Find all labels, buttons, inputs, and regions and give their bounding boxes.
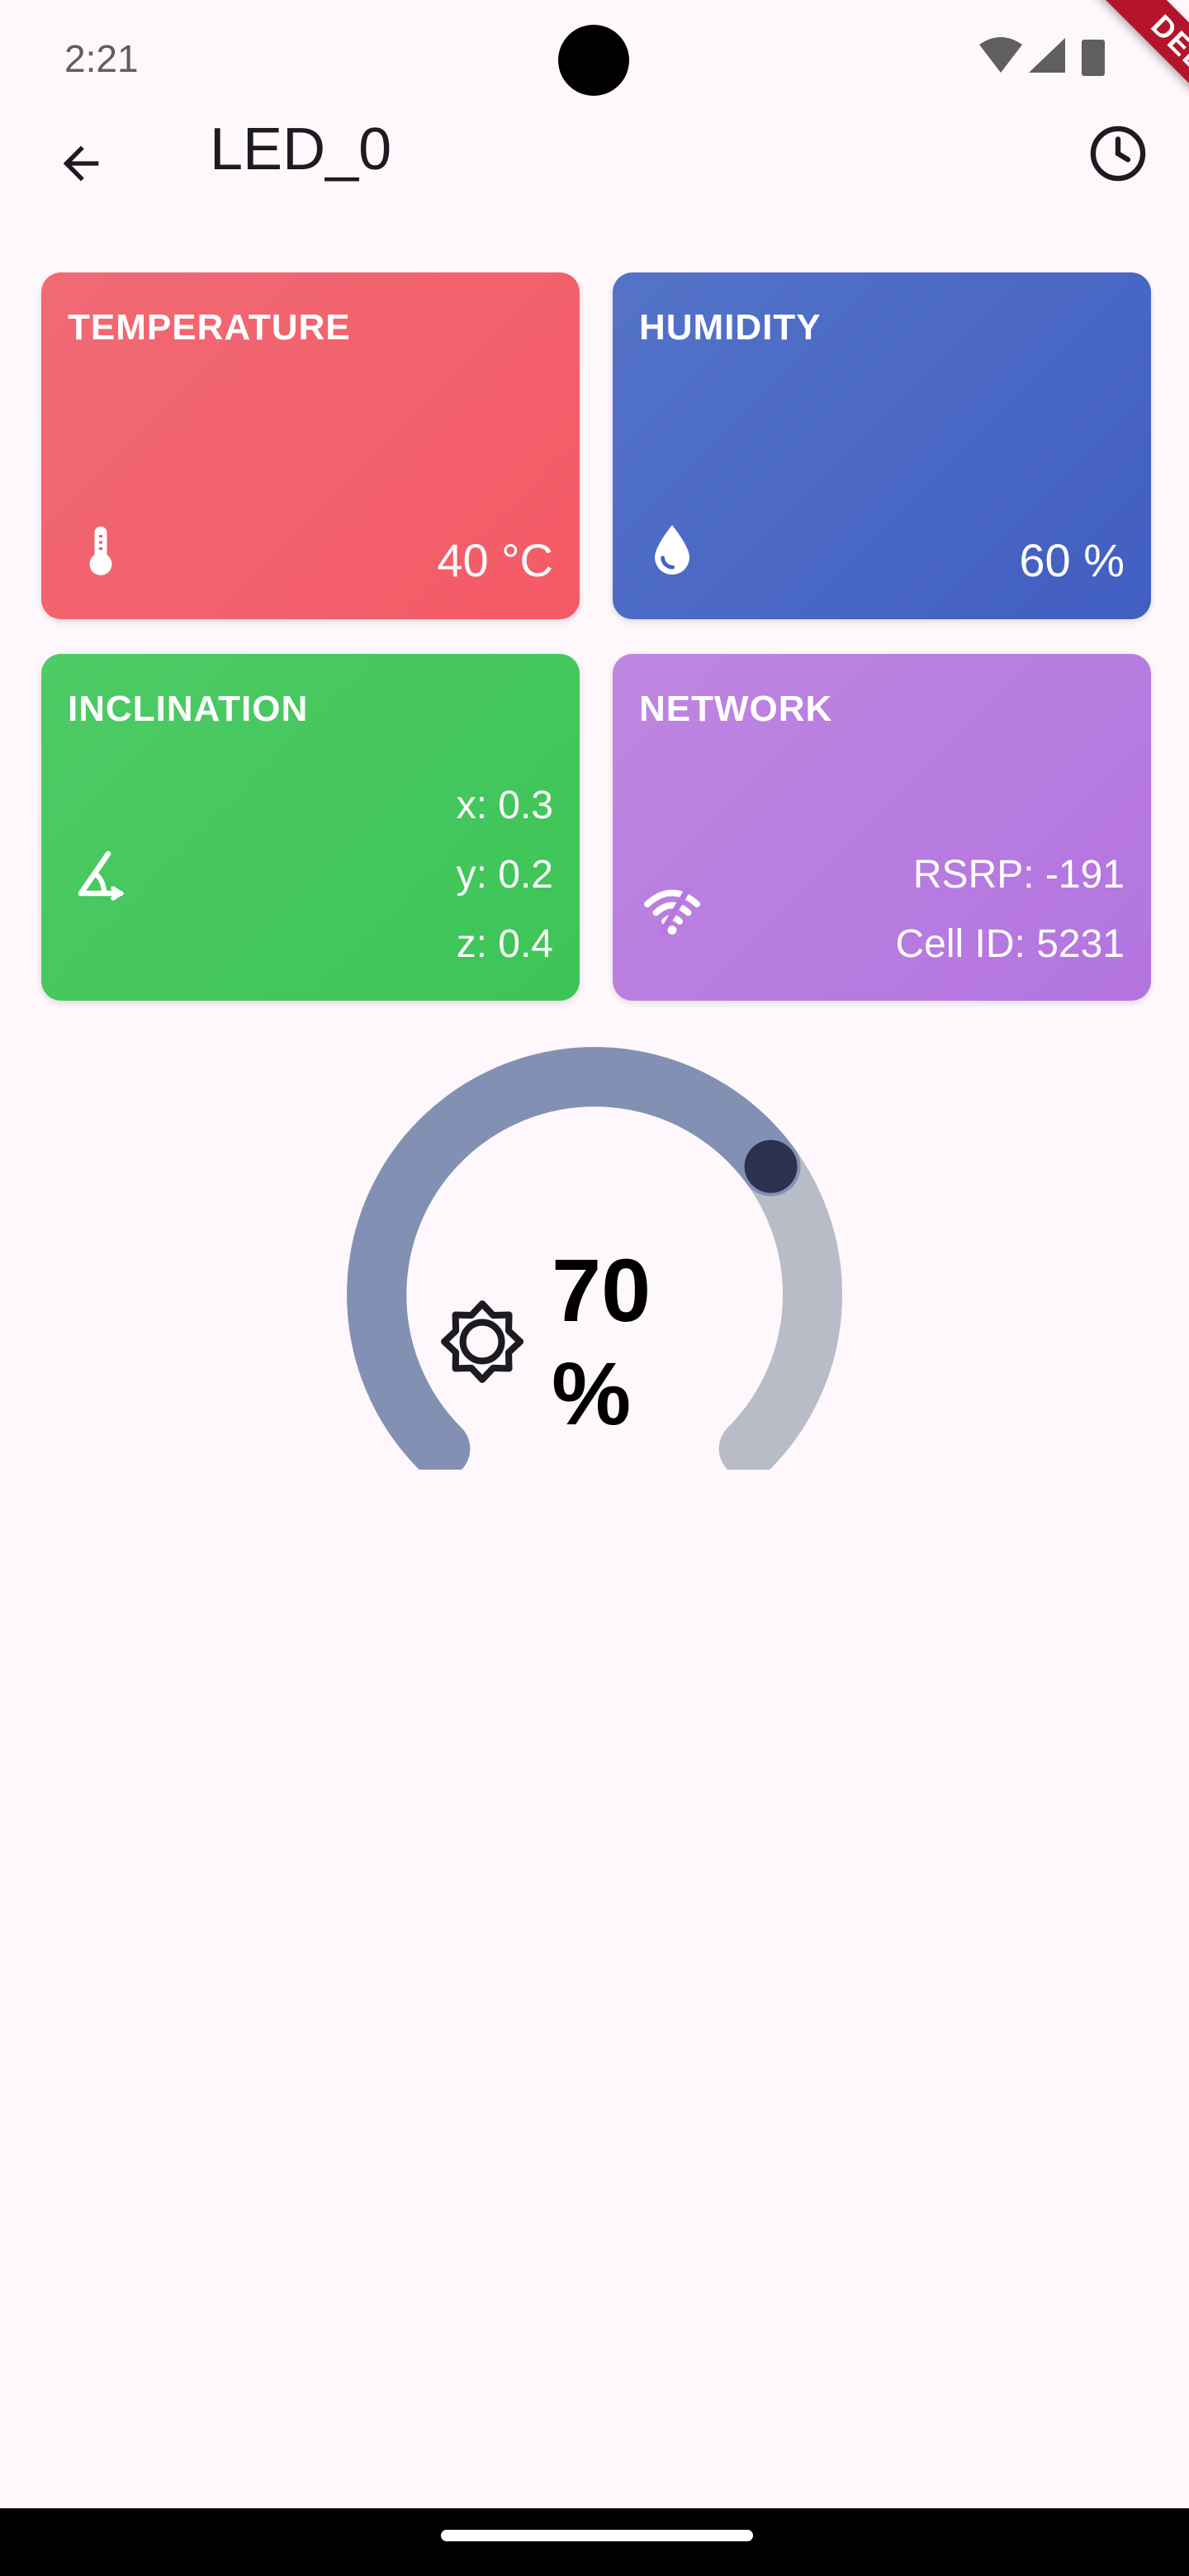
- clock-icon: [1090, 125, 1146, 182]
- network-rsrp: RSRP: -191: [912, 853, 1125, 897]
- status-time: 2:21: [64, 37, 139, 80]
- network-card-title: NETWORK: [639, 689, 833, 729]
- temperature-card[interactable]: TEMPERATURE 40 °C: [41, 272, 580, 619]
- camera-cutout: [558, 25, 629, 96]
- humidity-value: 60 %: [1019, 534, 1125, 586]
- brightness-label: 70 %: [438, 1238, 751, 1445]
- inclination-angle-icon: [78, 850, 125, 901]
- history-button[interactable]: [1078, 114, 1158, 193]
- network-card[interactable]: NETWORK RSRP: -191 Cell ID: 5231: [613, 654, 1151, 1001]
- brightness-gauge[interactable]: 70 %: [330, 1024, 859, 1479]
- inclination-card-title: INCLINATION: [68, 689, 309, 729]
- navigation-bar: [0, 2508, 1189, 2576]
- humidity-card-title: HUMIDITY: [639, 307, 822, 348]
- brightness-value: 70 %: [552, 1240, 651, 1443]
- inclination-card[interactable]: INCLINATION x: 0.3 y: 0.2 z: 0.4: [41, 654, 580, 1001]
- wifi-icon: [979, 37, 1022, 73]
- inclination-x: x: 0.3: [456, 784, 553, 827]
- back-button[interactable]: [41, 124, 121, 203]
- status-icons: [979, 36, 1111, 81]
- thermometer-icon: [89, 526, 112, 575]
- brightness-icon: [441, 1300, 524, 1383]
- inclination-y: y: 0.2: [456, 853, 553, 897]
- brightness-thumb[interactable]: [744, 1139, 798, 1193]
- temperature-value: 40 °C: [437, 534, 553, 586]
- inclination-z: z: 0.4: [456, 922, 553, 966]
- arrow-back-icon: [63, 145, 99, 182]
- cell-signal-icon: [1029, 38, 1065, 73]
- humidity-card[interactable]: HUMIDITY 60 %: [613, 272, 1151, 619]
- network-cell-id: Cell ID: 5231: [895, 922, 1125, 966]
- page-title: LED_0: [210, 116, 392, 182]
- temperature-card-title: TEMPERATURE: [68, 307, 351, 348]
- home-indicator[interactable]: [441, 2530, 753, 2541]
- status-bar: 2:21: [0, 0, 1189, 116]
- water-drop-icon: [655, 525, 689, 575]
- wifi-icon: [644, 885, 700, 938]
- battery-icon: [1082, 40, 1105, 76]
- app-bar: LED_0: [0, 107, 1189, 198]
